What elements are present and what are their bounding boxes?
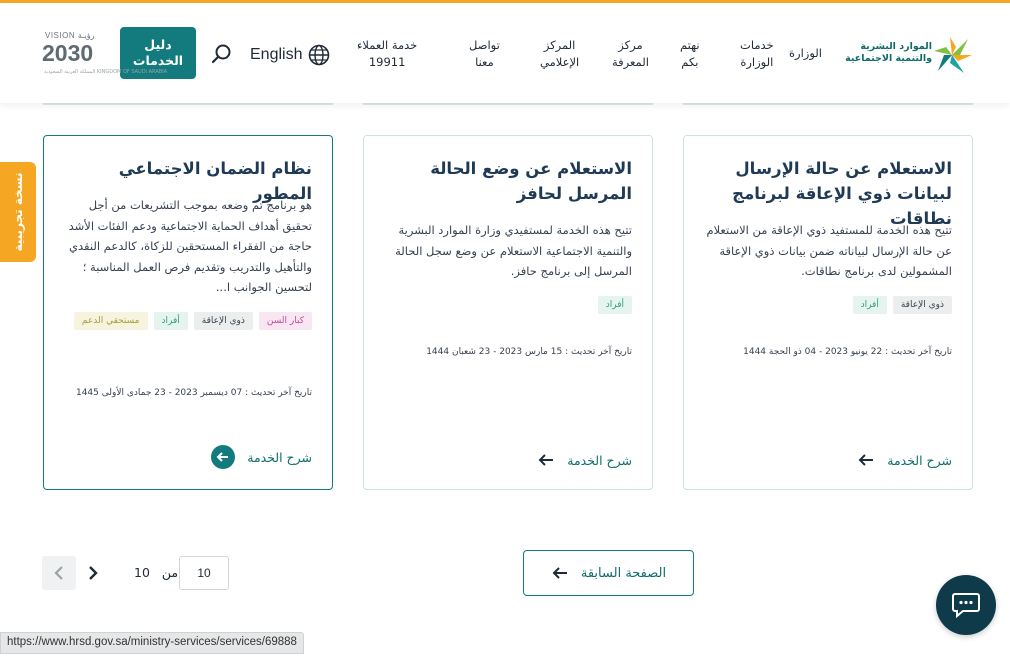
chevron-left-icon (54, 566, 63, 580)
pager-next-button[interactable] (76, 556, 110, 590)
nav-media-center[interactable]: المركز الإعلامي (540, 37, 579, 71)
card-tags: ذوي الإعاقة أفراد (702, 296, 952, 314)
pager-prev-button[interactable] (42, 556, 76, 590)
card-description: تتيح هذه الخدمة للمستفيد ذوي الإعاقة من … (706, 223, 952, 278)
arrow-left-icon (552, 567, 567, 579)
tag: كبار السن (258, 312, 312, 330)
chevron-right-icon (89, 566, 98, 580)
tag: ذوي الإعاقة (892, 296, 952, 314)
chat-bubble-icon (952, 593, 980, 619)
last-updated: تاريخ آخر تحديث : 07 ديسمبر 2023 - 23 جم… (75, 388, 312, 398)
language-switch[interactable]: English (250, 44, 330, 66)
tag: مستحقي الدعم (73, 312, 148, 330)
tag: ذوي الإعاقة (193, 312, 253, 330)
arrow-left-icon (538, 454, 554, 466)
ministry-logo[interactable]: الموارد البشرية والتنمية الاجتماعية (842, 33, 974, 77)
tag: أفراد (597, 296, 632, 314)
language-label: English (250, 46, 303, 63)
tag: أفراد (852, 296, 887, 314)
nav-ministry-services[interactable]: خدمات الوزارة (740, 37, 774, 71)
card-description: هو برنامج تم وضعه بموجب التشريعات من أجل… (68, 198, 312, 294)
globe-icon (309, 44, 330, 66)
service-card[interactable]: نظام الضمان الاجتماعي المطور هو برنامج ت… (43, 135, 333, 490)
nav-ministry[interactable]: الوزارة (789, 45, 822, 62)
card-title[interactable]: الاستعلام عن وضع الحالة المرسل لحافز (382, 156, 632, 206)
status-bar-url: https://www.hrsd.gov.sa/ministry-service… (0, 632, 304, 654)
vision-2030-logo: VISION رؤيـة 2030 المملكة العربية السعود… (42, 31, 168, 75)
site-header: الموارد البشرية والتنمية الاجتماعية الوز… (0, 3, 1010, 103)
card-tags: كبار السن ذوي الإعاقة أفراد مستحقي الدعم (62, 312, 312, 330)
service-details-link[interactable]: شرح الخدمة (857, 451, 952, 469)
ministry-logo-icon (934, 37, 972, 73)
total-pages-text: من 10 (134, 565, 179, 580)
chat-button[interactable] (936, 575, 996, 635)
tag: أفراد (153, 312, 188, 330)
service-details-link[interactable]: شرح الخدمة (211, 445, 312, 469)
service-card[interactable]: الاستعلام عن حالة الإرسال لبيانات ذوي ال… (683, 135, 973, 490)
service-details-link[interactable]: شرح الخدمة (537, 451, 632, 469)
previous-page-button[interactable]: الصفحة السابقة (523, 550, 694, 596)
page-number-input[interactable] (179, 556, 229, 590)
search-button[interactable] (211, 43, 233, 65)
card-tags: أفراد (382, 296, 632, 314)
card-description: تتيح هذه الخدمة لمستفيدي وزارة الموارد ا… (395, 223, 632, 278)
last-updated: تاريخ آخر تحديث : 22 يونيو 2023 - 04 ذو … (743, 347, 952, 357)
arrow-left-icon (858, 454, 874, 466)
beta-version-tab[interactable]: نسخة تجريبية (0, 162, 36, 262)
arrow-left-circle-icon (211, 445, 236, 469)
nav-contact-us[interactable]: تواصل معنا (469, 37, 500, 71)
nav-we-care[interactable]: نهتم بكم (680, 37, 700, 71)
last-updated: تاريخ آخر تحديث : 15 مارس 2023 - 23 شعبا… (426, 347, 632, 357)
search-icon (211, 44, 231, 64)
nav-customer-service[interactable]: خدمة العملاء 19911 (357, 37, 417, 71)
nav-knowledge-center[interactable]: مركز المعرفة (612, 37, 649, 71)
previous-cards-bottom (0, 103, 1010, 105)
logo-text: الموارد البشرية والتنمية الاجتماعية (845, 41, 932, 64)
service-card[interactable]: الاستعلام عن وضع الحالة المرسل لحافز تتي… (363, 135, 653, 490)
